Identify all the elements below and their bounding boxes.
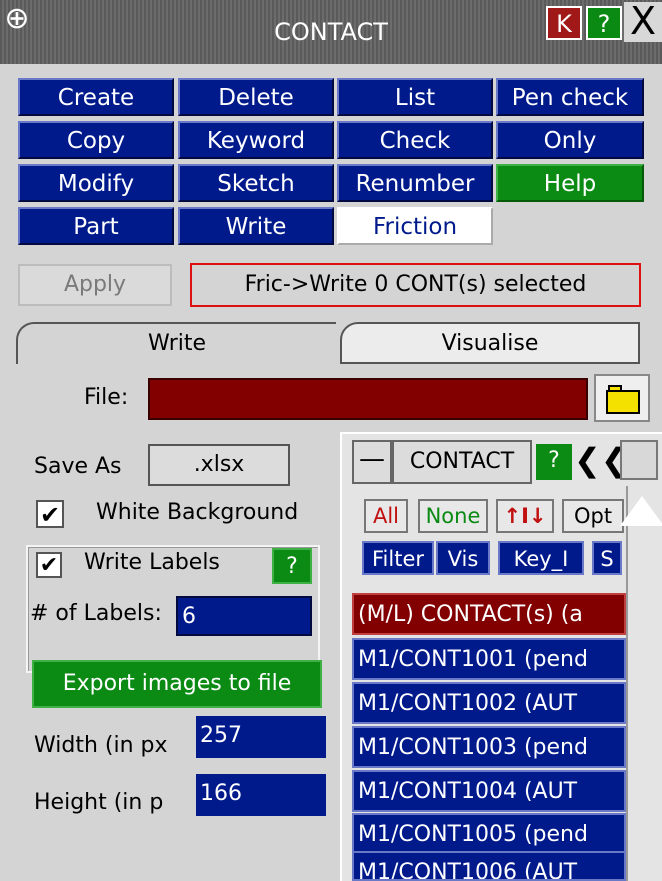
contact-list-title: CONTACT [392,440,532,484]
s-button[interactable]: S [592,541,622,575]
list-button[interactable]: List [337,78,493,116]
scroll-up-arrow-icon[interactable] [620,496,662,526]
list-header-row[interactable]: (M/L) CONTACT(s) (a [352,593,626,635]
scrollbar-track[interactable] [626,486,628,881]
tab-write[interactable]: Write [16,322,336,364]
num-labels-label: # of Labels: [30,601,162,626]
save-as-label: Save As [34,454,122,479]
plus-box-icon[interactable]: ⊕ [2,4,32,38]
key-id-button[interactable]: Key_I [498,541,584,575]
width-label: Width (in px [34,733,168,758]
part-button[interactable]: Part [18,207,174,245]
vis-button[interactable]: Vis [436,541,490,575]
list-item[interactable]: M1/CONT1005 (pend [352,813,626,855]
file-input[interactable] [148,378,588,420]
pen-check-button[interactable]: Pen check [496,78,644,116]
delete-button[interactable]: Delete [178,78,334,116]
tab-visualise[interactable]: Visualise [340,322,640,364]
save-as-format[interactable]: .xlsx [148,444,290,486]
friction-button[interactable]: Friction [337,207,493,245]
folder-icon [606,390,640,414]
width-input[interactable]: 257 [196,716,326,758]
copy-button[interactable]: Copy [18,121,174,159]
list-item[interactable]: M1/CONT1001 (pend [352,638,626,680]
status-message: Fric->Write 0 CONT(s) selected [190,263,641,307]
panel-square-button[interactable] [620,440,658,480]
double-chevron-left-icon[interactable]: ❮❮ [574,440,628,484]
renumber-button[interactable]: Renumber [337,164,493,202]
export-images-button[interactable]: Export images to file [32,660,322,708]
sketch-button[interactable]: Sketch [178,164,334,202]
filter-button[interactable]: Filter [362,541,434,575]
k-button[interactable]: K [546,6,582,40]
help-menu-button[interactable]: Help [496,164,644,202]
help-button[interactable]: ? [586,6,622,40]
options-button[interactable]: Opt [562,499,624,533]
sort-button[interactable]: ↑I↓ [496,499,554,533]
height-label: Height (in p [34,790,164,815]
list-item[interactable]: M1/CONT1002 (AUT [352,682,626,724]
contact-list-help-button[interactable]: ? [536,444,572,480]
file-label: File: [84,385,129,410]
list-item[interactable]: M1/CONT1004 (AUT [352,770,626,812]
create-button[interactable]: Create [18,78,174,116]
select-none-button[interactable]: None [418,499,488,533]
write-button[interactable]: Write [178,207,334,245]
list-item[interactable]: M1/CONT1006 (AUT [352,851,626,881]
check-button[interactable]: Check [337,121,493,159]
list-item[interactable]: M1/CONT1003 (pend [352,726,626,768]
num-labels-input[interactable]: 6 [176,596,312,636]
minimize-button[interactable]: — [352,440,392,484]
keyword-button[interactable]: Keyword [178,121,334,159]
browse-button[interactable] [594,374,650,422]
close-button[interactable]: X [624,2,662,42]
white-background-checkbox[interactable]: ✔ [36,500,64,528]
white-background-label: White Background [96,500,299,525]
height-input[interactable]: 166 [196,774,326,816]
write-labels-checkbox[interactable]: ✔ [36,552,62,578]
select-all-button[interactable]: All [364,499,408,533]
write-labels-label: Write Labels [84,550,220,575]
write-labels-help-button[interactable]: ? [272,548,312,584]
apply-button[interactable]: Apply [18,264,172,306]
modify-button[interactable]: Modify [18,164,174,202]
only-button[interactable]: Only [496,121,644,159]
